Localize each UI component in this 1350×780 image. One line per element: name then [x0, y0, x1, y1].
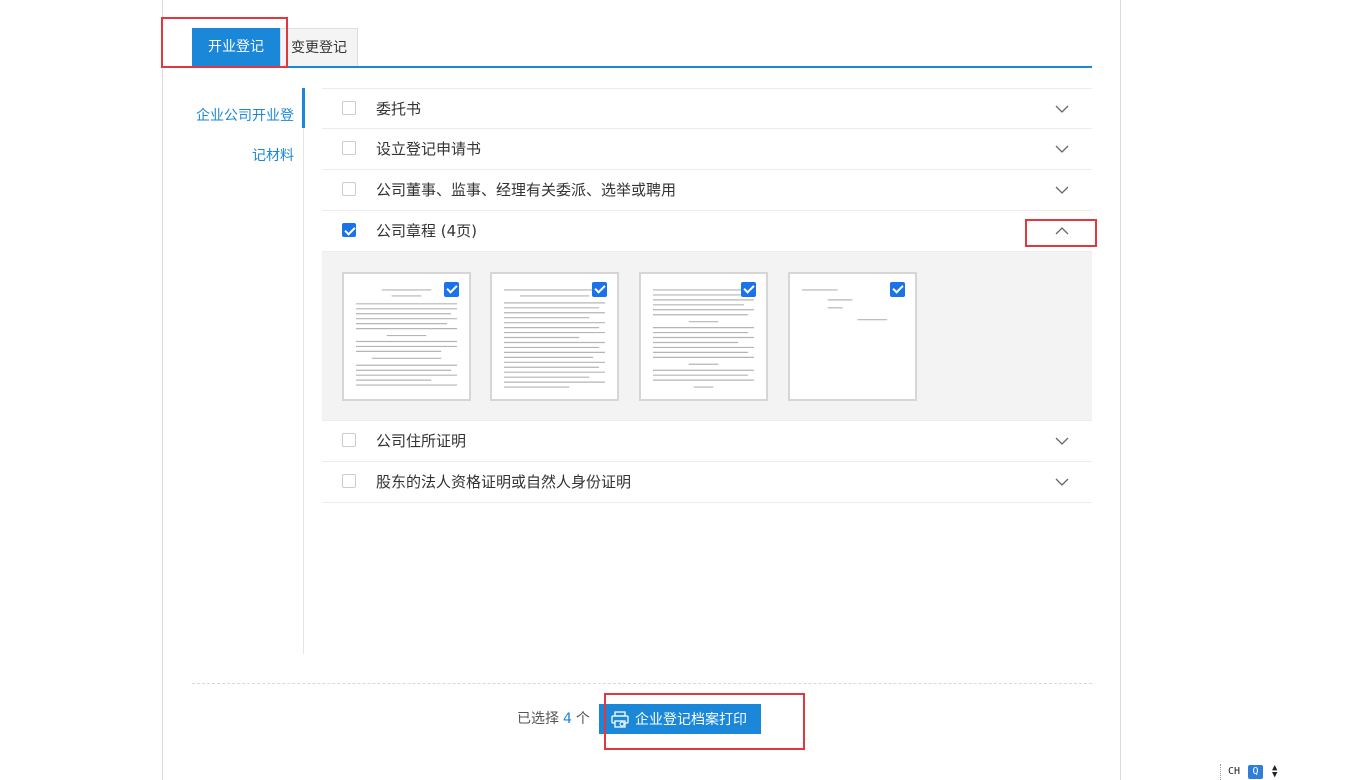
- ime-mode-icon[interactable]: Q: [1248, 765, 1263, 779]
- document-row-articles-of-association[interactable]: 公司章程 (4页): [322, 211, 1092, 252]
- document-label: 公司章程 (4页): [376, 222, 478, 240]
- chevron-highlight-box: [1025, 219, 1097, 247]
- document-row-shareholder-identity[interactable]: 股东的法人资格证明或自然人身份证明: [322, 462, 1092, 503]
- document-row-registration-application[interactable]: 设立登记申请书: [322, 129, 1092, 170]
- document-page-preview-icon: [652, 289, 755, 388]
- page-checkbox-checked[interactable]: [741, 282, 756, 297]
- document-list: 委托书 设立登记申请书 公司董事、监事、经理有关委派、选举或聘用 公司章程 (4…: [322, 88, 1092, 503]
- document-checkbox[interactable]: [342, 182, 356, 196]
- document-checkbox-checked[interactable]: [342, 223, 356, 237]
- selection-count: 4: [563, 711, 572, 727]
- ime-separator: [1220, 764, 1221, 780]
- ime-language: CH: [1228, 766, 1241, 777]
- sidebar-divider: [303, 88, 304, 654]
- document-label: 公司董事、监事、经理有关委派、选举或聘用: [376, 181, 677, 199]
- chevron-down-icon[interactable]: [1054, 101, 1070, 117]
- page-thumbnail-4[interactable]: [788, 272, 917, 401]
- document-checkbox[interactable]: [342, 141, 356, 155]
- tab-highlight-box: [161, 17, 288, 68]
- ime-toggle-arrows-icon[interactable]: ▲ ▼: [1272, 764, 1277, 780]
- page-thumbnail-3[interactable]: [639, 272, 768, 401]
- document-pages-panel: [322, 252, 1092, 421]
- document-page-preview-icon: [503, 289, 606, 388]
- document-checkbox[interactable]: [342, 101, 356, 115]
- content-frame-left-border: [162, 0, 163, 780]
- sidebar-item-company-opening-materials[interactable]: 企业公司开业登记材料: [186, 96, 294, 176]
- document-row-address-proof[interactable]: 公司住所证明: [322, 421, 1092, 462]
- document-label: 设立登记申请书: [376, 140, 482, 158]
- footer-divider: [192, 683, 1092, 684]
- document-checkbox[interactable]: [342, 433, 356, 447]
- document-label: 公司住所证明: [376, 432, 467, 450]
- page-checkbox-checked[interactable]: [592, 282, 607, 297]
- chevron-down-icon[interactable]: [1054, 141, 1070, 157]
- selection-prefix: 已选择: [517, 711, 559, 727]
- document-checkbox[interactable]: [342, 474, 356, 488]
- chevron-down-icon[interactable]: [1054, 474, 1070, 490]
- chevron-down-icon[interactable]: [1054, 433, 1070, 449]
- page-thumbnail-2[interactable]: [490, 272, 619, 401]
- page-checkbox-checked[interactable]: [444, 282, 459, 297]
- page-thumbnail-1[interactable]: [342, 272, 471, 401]
- document-page-preview-icon: [801, 289, 888, 321]
- print-button-highlight-box: [604, 693, 805, 750]
- document-label: 委托书: [376, 100, 422, 118]
- selection-suffix: 个: [575, 711, 590, 727]
- selection-summary: 已选择 4 个: [517, 708, 590, 730]
- sidebar-active-marker: [302, 88, 305, 128]
- content-frame-right-border: [1120, 0, 1121, 780]
- document-page-preview-icon: [355, 289, 458, 386]
- document-row-directors-appointment[interactable]: 公司董事、监事、经理有关委派、选举或聘用: [322, 170, 1092, 211]
- tab-change-registration[interactable]: 变更登记: [280, 28, 358, 66]
- page-checkbox-checked[interactable]: [890, 282, 905, 297]
- document-row-power-of-attorney[interactable]: 委托书: [322, 88, 1092, 129]
- document-label: 股东的法人资格证明或自然人身份证明: [376, 473, 632, 491]
- chevron-down-icon[interactable]: [1054, 182, 1070, 198]
- registration-tabs: 开业登记 变更登记: [192, 28, 1092, 68]
